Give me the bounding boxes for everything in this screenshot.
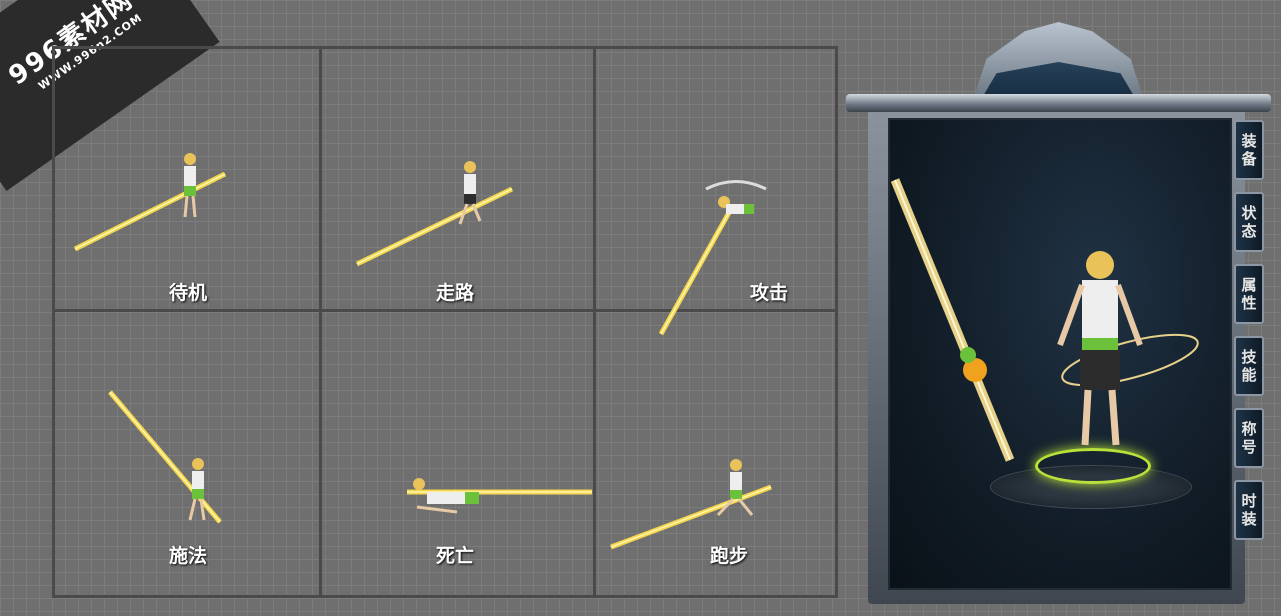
walk-sprite (355, 161, 514, 267)
tab-fashion[interactable]: 时 装 (1234, 480, 1264, 540)
animation-grid: 待机 走路 攻击 施法 死亡 跑步 (52, 46, 838, 598)
character-panel: 装 备 状 态 属 性 技 能 称 号 时 装 (846, 22, 1271, 607)
anim-label: 死亡 (435, 545, 474, 567)
tab-titles[interactable]: 称 号 (1234, 408, 1264, 468)
anim-label: 跑步 (709, 545, 748, 567)
anim-cell-walk[interactable]: 走路 (322, 49, 588, 311)
anim-label: 施法 (168, 545, 207, 567)
tab-char: 时 (1241, 492, 1257, 510)
death-sprite (407, 478, 592, 514)
tab-char: 称 (1241, 420, 1257, 438)
tab-char: 能 (1241, 366, 1257, 384)
tab-char: 装 (1241, 510, 1257, 528)
panel-tabs: 装 备 状 态 属 性 技 能 称 号 时 装 (1234, 120, 1264, 552)
tab-status[interactable]: 状 态 (1234, 192, 1264, 252)
anim-label: 待机 (168, 282, 207, 304)
tab-skills[interactable]: 技 能 (1234, 336, 1264, 396)
anim-cell-idle[interactable]: 待机 (55, 49, 321, 311)
anim-cell-run[interactable]: 跑步 (596, 312, 862, 574)
tab-char: 属 (1241, 276, 1257, 294)
tab-char: 装 (1241, 132, 1257, 150)
tab-char: 号 (1241, 438, 1257, 456)
cast-sprite (108, 390, 222, 524)
character-view (888, 118, 1232, 590)
idle-sprite (73, 153, 227, 252)
tab-equipment[interactable]: 装 备 (1234, 120, 1264, 180)
anim-cell-attack[interactable]: 攻击 (596, 49, 862, 336)
anim-label: 走路 (435, 282, 474, 304)
tab-char: 技 (1241, 348, 1257, 366)
character-model (890, 178, 1199, 462)
tab-char: 态 (1241, 222, 1257, 240)
anim-cell-death[interactable]: 死亡 (322, 312, 592, 574)
tab-char: 备 (1241, 150, 1257, 168)
tab-attributes[interactable]: 属 性 (1234, 264, 1264, 324)
anim-cell-cast[interactable]: 施法 (55, 312, 321, 574)
tab-char: 状 (1241, 204, 1257, 222)
tab-char: 性 (1241, 294, 1257, 312)
panel-top-bar (846, 94, 1271, 112)
